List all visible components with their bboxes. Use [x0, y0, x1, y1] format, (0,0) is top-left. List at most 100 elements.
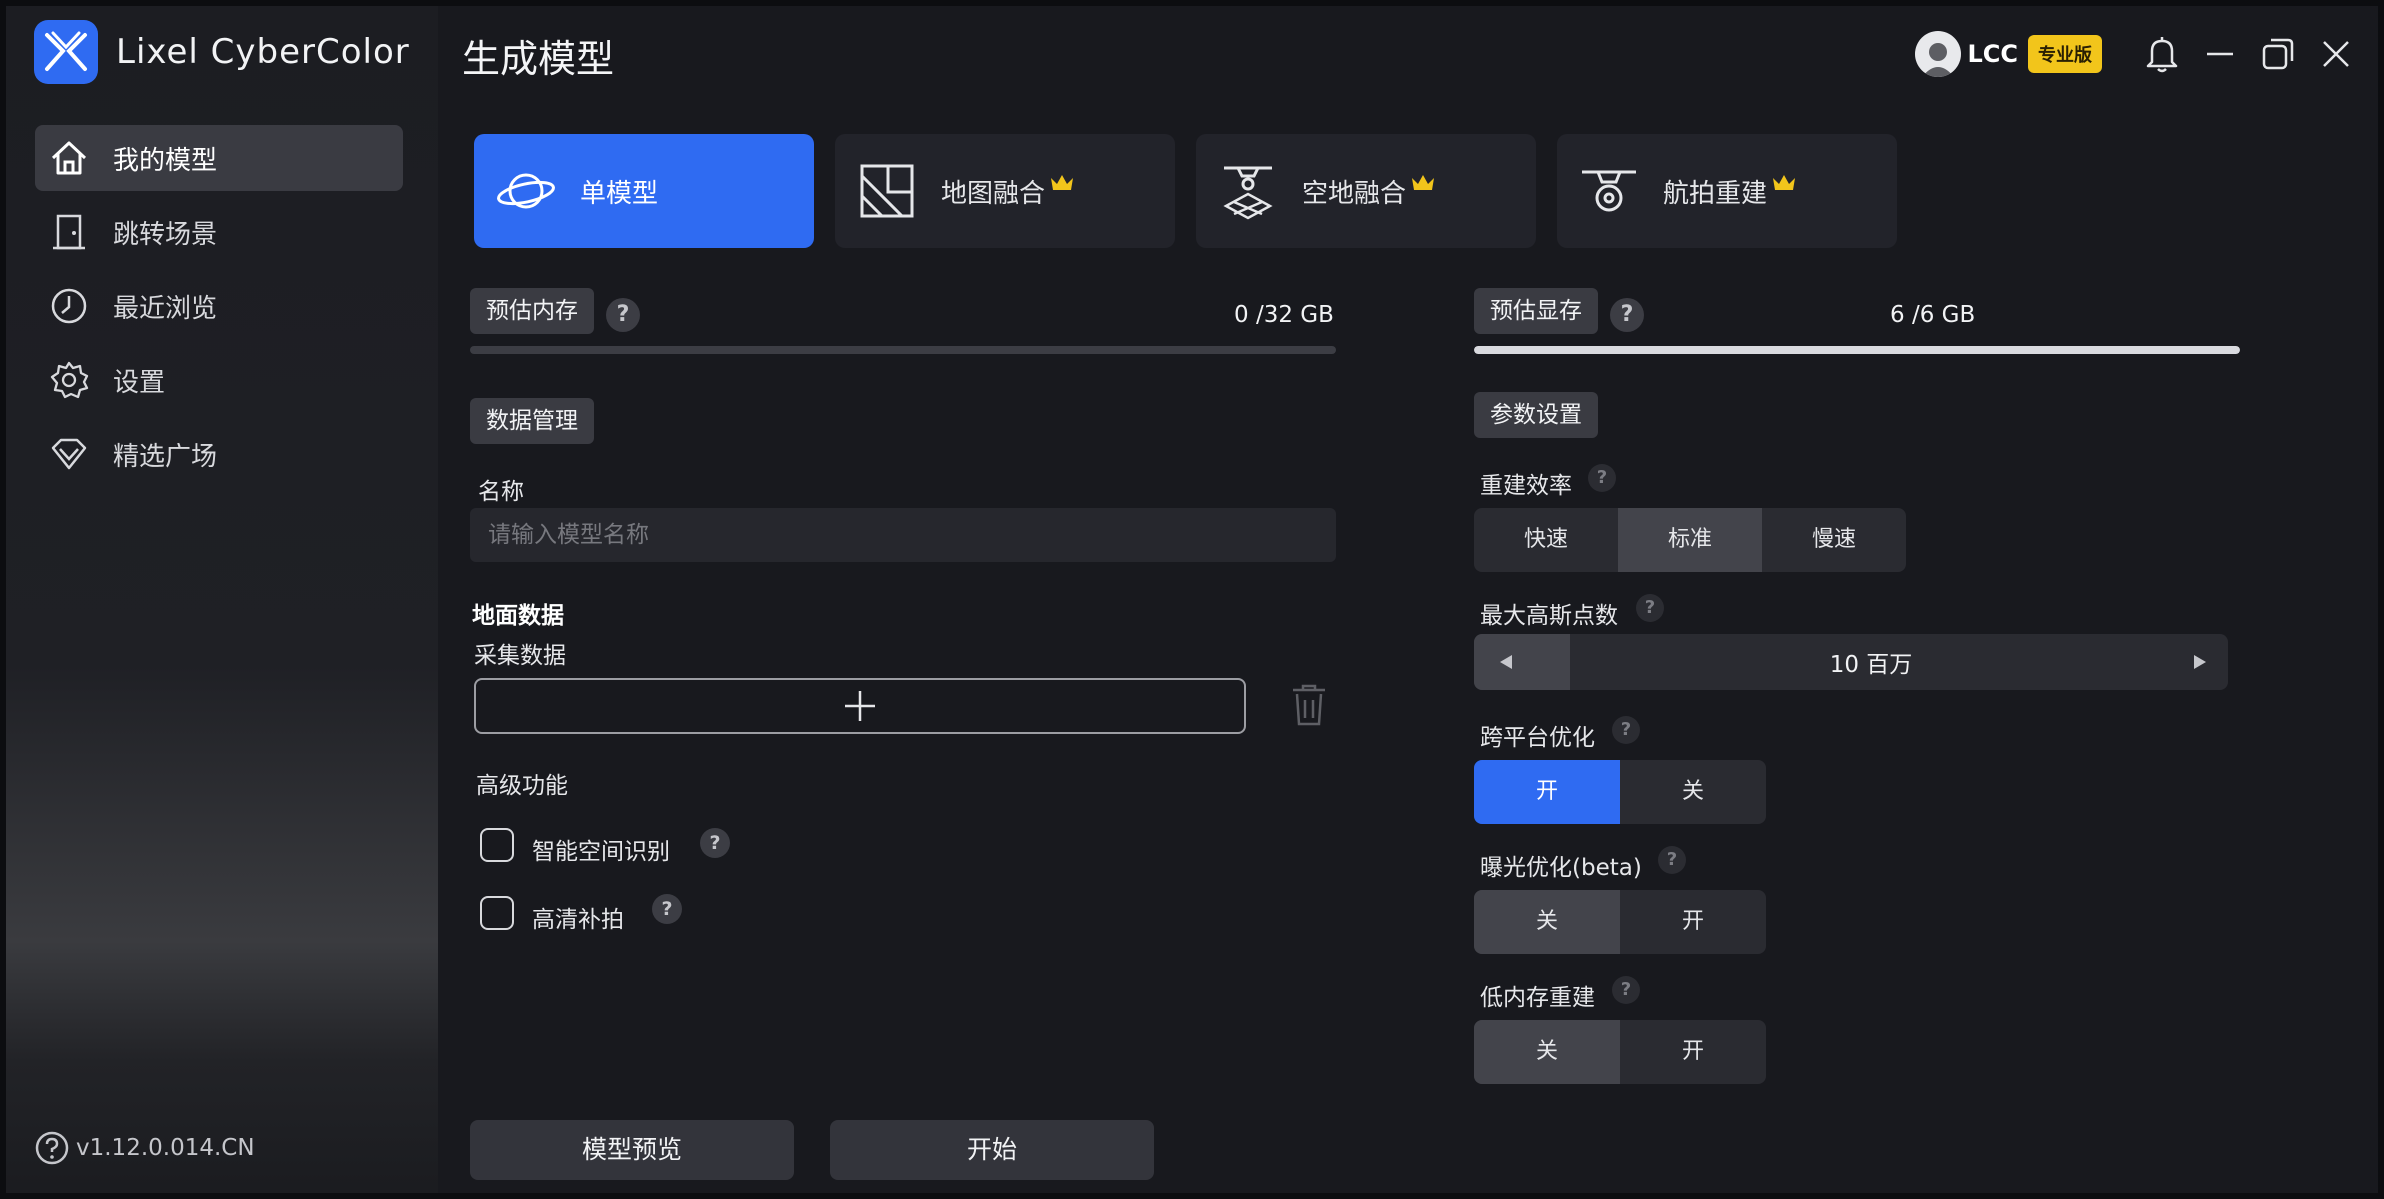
door-icon [47, 210, 91, 254]
sidebar-item-jump-scene[interactable]: 跳转场景 [35, 199, 403, 265]
increment-button[interactable] [2172, 653, 2228, 671]
clock-icon [47, 284, 91, 328]
exposure-on[interactable]: 开 [1620, 890, 1766, 954]
memory-help-icon[interactable]: ? [606, 298, 640, 332]
tab-air-ground-fusion[interactable]: 空地融合 [1196, 134, 1536, 248]
hd-capture-label: 高清补拍 [532, 907, 624, 933]
hd-capture-checkbox[interactable] [480, 896, 514, 930]
start-button[interactable]: 开始 [830, 1120, 1154, 1180]
tab-map-fusion[interactable]: 地图融合 [835, 134, 1175, 248]
cross-platform-on[interactable]: 开 [1474, 760, 1620, 824]
vram-help-icon[interactable]: ? [1610, 298, 1644, 332]
advanced-title: 高级功能 [476, 773, 568, 799]
crown-icon [1051, 175, 1074, 190]
low-memory-on[interactable]: 开 [1620, 1020, 1766, 1084]
app-logo: Lixel CyberColor [34, 20, 410, 84]
tab-aerial-reconstruction[interactable]: 航拍重建 [1557, 134, 1897, 248]
sidebar-item-my-models[interactable]: 我的模型 [35, 125, 403, 191]
sidebar-item-recent[interactable]: 最近浏览 [35, 273, 403, 339]
max-gauss-label: 最大高斯点数 [1480, 603, 1618, 629]
tab-label: 地图融合 [941, 178, 1046, 209]
exposure-off[interactable]: 关 [1474, 890, 1620, 954]
params-chip: 参数设置 [1474, 392, 1598, 438]
vram-chip: 预估显存 [1474, 288, 1598, 334]
pro-badge: 专业版 [2028, 35, 2102, 73]
version-text: v1.12.0.014.CN [76, 1135, 255, 1161]
hd-capture-help-icon[interactable]: ? [652, 894, 682, 924]
avatar[interactable] [1915, 31, 1962, 77]
max-gauss-value: 10 百万 [1829, 652, 1913, 678]
ground-data-title: 地面数据 [472, 603, 564, 629]
low-memory-label: 低内存重建 [1480, 985, 1595, 1011]
tab-label: 单模型 [580, 178, 659, 209]
model-name-input[interactable] [470, 508, 1336, 562]
sidebar-item-featured[interactable]: 精选广场 [35, 421, 403, 487]
exposure-help-icon[interactable]: ? [1658, 846, 1686, 874]
memory-chip: 预估内存 [470, 288, 594, 334]
data-management-chip: 数据管理 [470, 398, 594, 444]
sidebar-nav: 我的模型 跳转场景 最近浏览 设置 精选广场 [35, 125, 403, 495]
cross-platform-toggle: 开 关 [1474, 760, 1766, 824]
tab-single-model[interactable]: 单模型 [474, 134, 814, 248]
crown-icon [1773, 175, 1796, 190]
efficiency-fast[interactable]: 快速 [1474, 508, 1618, 572]
low-memory-toggle: 关 开 [1474, 1020, 1766, 1084]
tab-label: 航拍重建 [1663, 178, 1768, 209]
app-window: Lixel CyberColor 我的模型 跳转场景 最近浏览 设置 精选广场 … [0, 0, 2384, 1199]
efficiency-label: 重建效率 [1480, 473, 1572, 499]
restore-icon[interactable] [2258, 34, 2298, 74]
sidebar-item-label: 我的模型 [113, 145, 218, 176]
decrement-button[interactable] [1474, 634, 1570, 690]
vram-meter-fill [1474, 346, 2240, 354]
smart-space-checkbox[interactable] [480, 828, 514, 862]
memory-value: 0 /32 GB [1234, 302, 1334, 328]
diamond-icon [47, 432, 91, 476]
tab-label: 空地融合 [1302, 178, 1407, 209]
model-preview-button[interactable]: 模型预览 [470, 1120, 794, 1180]
crown-icon [1412, 175, 1435, 190]
cross-platform-off[interactable]: 关 [1620, 760, 1766, 824]
name-label: 名称 [478, 479, 524, 505]
cross-platform-label: 跨平台优化 [1480, 725, 1595, 751]
cross-platform-help-icon[interactable]: ? [1612, 716, 1640, 744]
plus-icon [845, 691, 875, 721]
trash-icon[interactable] [1290, 682, 1328, 732]
drone-ground-icon [1216, 159, 1280, 223]
top-bar: LCC 专业版 [1915, 26, 2356, 82]
sidebar-item-label: 最近浏览 [113, 293, 218, 324]
efficiency-selector: 快速 标准 慢速 [1474, 508, 1906, 572]
home-icon [47, 136, 91, 180]
low-memory-help-icon[interactable]: ? [1612, 976, 1640, 1004]
triangle-left-icon [1500, 655, 1512, 669]
map-icon [855, 159, 919, 223]
close-icon[interactable] [2316, 34, 2356, 74]
vram-value: 6 /6 GB [1890, 302, 1976, 328]
help-circle-icon[interactable] [34, 1130, 70, 1166]
page-title: 生成模型 [462, 37, 615, 81]
exposure-label: 曝光优化(beta) [1480, 855, 1642, 881]
sidebar: Lixel CyberColor 我的模型 跳转场景 最近浏览 设置 精选广场 … [6, 6, 438, 1193]
efficiency-standard[interactable]: 标准 [1618, 508, 1762, 572]
app-name: Lixel CyberColor [116, 32, 410, 72]
sidebar-item-label: 精选广场 [113, 441, 218, 472]
collect-data-label: 采集数据 [474, 643, 566, 669]
efficiency-slow[interactable]: 慢速 [1762, 508, 1906, 572]
smart-space-label: 智能空间识别 [532, 839, 670, 865]
drone-icon [1577, 159, 1641, 223]
add-data-button[interactable] [474, 678, 1246, 734]
gear-icon [47, 358, 91, 402]
planet-icon [494, 159, 558, 223]
vram-meter [1474, 346, 2240, 354]
low-memory-off[interactable]: 关 [1474, 1020, 1620, 1084]
triangle-right-icon [2194, 655, 2206, 669]
minimize-icon[interactable] [2200, 34, 2240, 74]
efficiency-help-icon[interactable]: ? [1588, 464, 1616, 492]
username[interactable]: LCC [1967, 40, 2018, 68]
exposure-toggle: 关 开 [1474, 890, 1766, 954]
bell-icon[interactable] [2142, 34, 2182, 74]
max-gauss-stepper: 10 百万 [1474, 634, 2228, 690]
sidebar-item-label: 设置 [113, 367, 166, 398]
smart-space-help-icon[interactable]: ? [700, 828, 730, 858]
sidebar-item-settings[interactable]: 设置 [35, 347, 403, 413]
max-gauss-help-icon[interactable]: ? [1636, 594, 1664, 622]
